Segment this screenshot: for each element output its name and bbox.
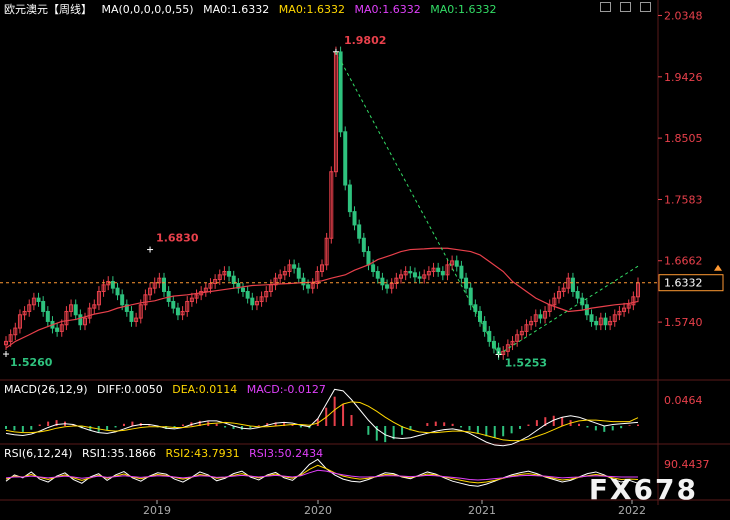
candle-body	[417, 276, 422, 279]
y-tick-label: 2.0348	[664, 9, 703, 22]
candle-body	[570, 277, 575, 292]
candle-body	[375, 271, 380, 279]
y-tick-label: 1.6662	[664, 255, 703, 268]
macd-tick-label: 0.0464	[664, 394, 703, 407]
rsi-tick-label: 90.4437	[664, 458, 710, 471]
candle-body	[171, 300, 176, 309]
rsi-2: RSI2:43.7931	[165, 447, 240, 460]
y-tick-label: 1.8505	[664, 132, 703, 145]
ma-value-3: MA0:1.6332	[354, 3, 421, 16]
candle-body	[580, 297, 585, 306]
candle-body	[45, 310, 50, 322]
ma-params: MA(0,0,0,0,0,55)	[101, 3, 194, 16]
candle-body	[538, 314, 543, 319]
ma-value-1: MA0:1.6332	[203, 3, 270, 16]
candle-body	[292, 264, 297, 269]
candle-body	[227, 271, 232, 277]
rsi-header: RSI(6,12,24) RSI1:35.1866 RSI2:43.7931 R…	[4, 447, 329, 460]
window-restore-icon[interactable]	[600, 2, 611, 12]
candle-body	[36, 297, 41, 302]
y-tick-label: 1.7583	[664, 193, 703, 206]
candle-body	[371, 264, 376, 273]
symbol-title: 欧元澳元【周线】	[4, 3, 92, 16]
candle-body	[464, 277, 469, 289]
macd-dea-line	[5, 401, 639, 442]
annotation-label: 1.6830	[156, 232, 199, 245]
main-header: 欧元澳元【周线】 MA(0,0,0,0,0,55) MA0:1.6332 MA0…	[4, 1, 502, 17]
macd-diff-line	[5, 388, 639, 447]
rsi-line-rsi1	[5, 458, 639, 487]
candle-body	[306, 284, 311, 289]
candle-body	[361, 237, 366, 253]
candle-body	[343, 131, 348, 186]
down-trend-line	[335, 51, 500, 355]
candle-body	[459, 265, 464, 279]
x-tick-label: 2019	[143, 504, 171, 517]
candle-body	[241, 287, 245, 292]
ma-value-2: MA0:1.6332	[278, 3, 346, 16]
candle-body	[603, 317, 608, 326]
rsi-3: RSI3:50.2434	[249, 447, 324, 460]
candle-body	[129, 310, 134, 322]
candle-body	[115, 287, 120, 296]
x-tick-label: 2020	[304, 504, 332, 517]
x-tick-label: 2021	[468, 504, 496, 517]
candle-body	[41, 300, 46, 312]
candle-body	[366, 251, 371, 266]
window-split-icon[interactable]	[620, 2, 631, 12]
candle-body	[589, 314, 594, 322]
annotation-label: 1.5260	[10, 356, 53, 369]
candle-body	[301, 277, 306, 286]
candle-body	[575, 290, 580, 299]
annotation-label: 1.9802	[344, 34, 386, 47]
candle-body	[352, 211, 357, 226]
candle-body	[478, 310, 482, 322]
candle-body	[338, 51, 343, 133]
ma-value-4: MA0:1.6332	[430, 3, 497, 16]
candle-body	[110, 281, 115, 289]
candle-body	[594, 320, 599, 326]
candle-body	[482, 320, 487, 332]
candle-body	[347, 184, 352, 213]
chart-canvas: 2.0348 1.9426 1.8505 1.7583 1.6662 1.5740 2019…	[0, 0, 730, 517]
macd-diff: DIFF:0.0050	[97, 383, 163, 396]
current-price-label: 1.6332	[664, 277, 703, 290]
candle-body	[120, 294, 125, 306]
candle-body	[162, 277, 166, 292]
candle-body	[357, 224, 362, 239]
candle-body	[385, 284, 390, 289]
candle-body	[175, 307, 180, 316]
candle-body	[55, 327, 60, 332]
candle-body	[440, 271, 445, 276]
candle-body	[380, 277, 385, 286]
candle-body	[78, 314, 83, 326]
candle-body	[250, 297, 255, 306]
candle-body	[245, 290, 250, 299]
price-up-arrow-icon	[714, 264, 722, 271]
macd-header: MACD(26,12,9) DIFF:0.0050 DEA:0.0114 MAC…	[4, 383, 332, 396]
candle-body	[412, 272, 417, 278]
rsi-params: RSI(6,12,24)	[4, 447, 73, 460]
macd-dea: DEA:0.0114	[172, 383, 238, 396]
macd-macd: MACD:-0.0127	[246, 383, 326, 396]
y-tick-label: 1.5740	[664, 316, 703, 329]
candle-body	[473, 304, 478, 312]
candle-body	[408, 271, 413, 274]
candle-body	[454, 260, 459, 267]
watermark-logo: FX678	[588, 473, 698, 506]
candle-body	[296, 267, 301, 279]
candle-body	[73, 304, 78, 316]
rsi-1: RSI1:35.1866	[81, 447, 157, 460]
window-maximize-icon[interactable]	[640, 2, 651, 12]
macd-params: MACD(26,12,9)	[4, 383, 88, 396]
annotation-label: 1.5253	[505, 357, 547, 370]
y-tick-label: 1.9426	[664, 71, 703, 84]
rsi-line-rsi2	[5, 464, 639, 484]
candle-body	[436, 267, 441, 273]
